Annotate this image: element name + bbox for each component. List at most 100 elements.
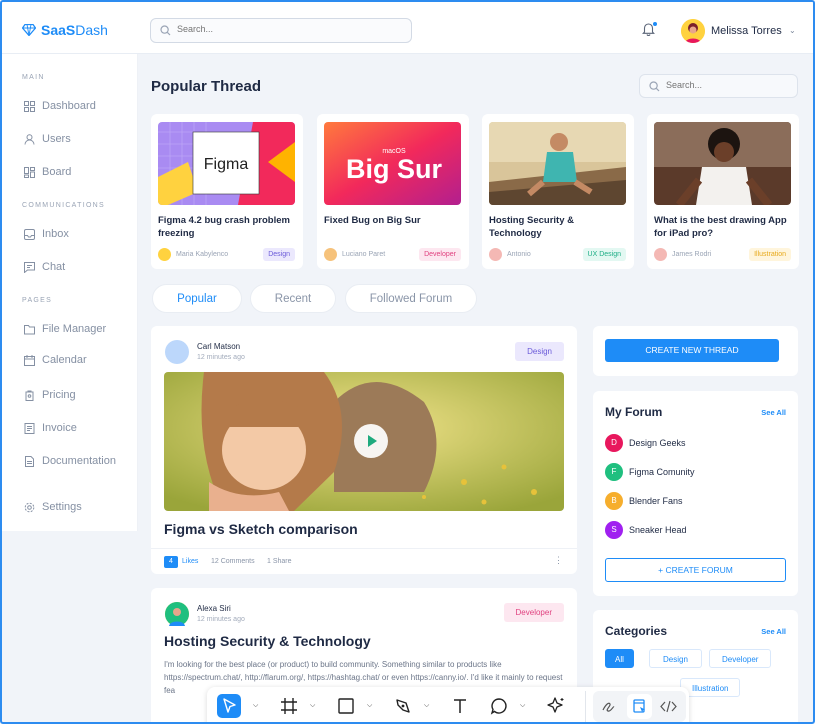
tag-badge: UX Design <box>582 248 626 261</box>
rectangle-icon <box>338 698 354 714</box>
tab-recent[interactable]: Recent <box>250 284 336 313</box>
create-thread-button[interactable]: CREATE NEW THREAD <box>605 339 779 362</box>
thread-search-input[interactable] <box>666 80 813 90</box>
brand-name-light: Dash <box>75 22 108 38</box>
thread-author: Maria Kabylenco <box>158 248 228 261</box>
chevron-down-icon[interactable]: ⌄ <box>789 26 796 35</box>
tag-badge: Developer <box>419 248 461 261</box>
avatar <box>165 340 189 364</box>
draw-mode[interactable] <box>597 695 620 718</box>
post-title[interactable]: Figma vs Sketch comparison <box>164 521 358 537</box>
likes-count[interactable]: 4 <box>164 556 178 568</box>
chevron-down-icon[interactable]: ⌵ <box>424 702 429 710</box>
username[interactable]: Melissa Torres <box>711 25 782 37</box>
sidebar-item-calendar[interactable]: Calendar <box>24 352 87 368</box>
move-tool[interactable] <box>217 694 241 718</box>
avatar <box>165 602 189 626</box>
my-forum-panel: My Forum See All D Design Geeks F Figma Co… <box>593 391 798 596</box>
forum-item[interactable]: S Sneaker Head <box>605 521 687 539</box>
thread-card[interactable]: Figma Figma 4.2 bug crash problem freezi… <box>151 114 303 269</box>
category-all[interactable]: All <box>605 649 634 668</box>
category-developer[interactable]: Developer <box>709 649 772 668</box>
forum-name: Design Geeks <box>629 438 686 448</box>
pen-tool[interactable] <box>391 694 415 718</box>
invoice-icon <box>24 422 35 434</box>
text-tool[interactable] <box>448 694 472 718</box>
price-tag-icon <box>25 390 34 401</box>
top-search-input[interactable] <box>177 24 377 34</box>
tab-followed-forum[interactable]: Followed Forum <box>345 284 477 313</box>
sidebar-item-invoice[interactable]: Invoice <box>24 420 77 436</box>
brand-logo[interactable]: SaaS Dash <box>22 22 108 38</box>
design-mode[interactable] <box>627 694 652 719</box>
thread-author: Antonio <box>489 248 531 261</box>
chat-icon <box>24 261 35 273</box>
forum-item[interactable]: D Design Geeks <box>605 434 686 452</box>
thread-card[interactable]: Hosting Security & Technology Antonio UX… <box>482 114 634 269</box>
ai-tool[interactable] <box>544 694 568 718</box>
sidebar-item-inbox[interactable]: Inbox <box>24 226 69 242</box>
thread-title: Fixed Bug on Big Sur <box>324 215 421 226</box>
chevron-down-icon[interactable]: ⌵ <box>520 702 525 710</box>
chevron-down-icon[interactable]: ⌵ <box>367 702 372 710</box>
top-search[interactable] <box>150 18 412 43</box>
create-forum-button[interactable]: + CREATE FORUM <box>605 558 786 582</box>
toolbar-divider <box>585 691 586 722</box>
dev-mode[interactable] <box>657 695 680 718</box>
chevron-down-icon[interactable]: ⌵ <box>253 702 258 710</box>
categories-see-all[interactable]: See All <box>761 627 786 636</box>
post-author: Alexa Siri <box>197 604 231 613</box>
author-name: Luciano Paret <box>342 251 386 258</box>
sidebar-item-documentation[interactable]: Documentation <box>24 453 116 469</box>
comments-count[interactable]: 12 Comments <box>211 558 255 565</box>
frame-tool[interactable] <box>277 694 301 718</box>
tag-badge: Developer <box>503 603 564 622</box>
tag-badge: Illustration <box>749 248 791 261</box>
post-author: Carl Matson <box>197 342 241 351</box>
author-avatar <box>324 248 337 261</box>
app-frame: SaaSDash Melissa Torres ⌄ MAIN Dashboard… <box>0 0 815 724</box>
chevron-down-icon[interactable]: ⌵ <box>310 702 315 710</box>
categories-title: Categories <box>605 624 668 638</box>
play-icon[interactable] <box>354 424 388 458</box>
code-icon <box>660 700 677 713</box>
post-card[interactable]: Carl Matson 12 minutes ago Design Figma … <box>151 326 577 574</box>
forum-name: Blender Fans <box>629 496 683 506</box>
thread-author: Luciano Paret <box>324 248 385 261</box>
inbox-icon <box>24 228 35 240</box>
likes-label[interactable]: Likes <box>182 558 198 565</box>
user-icon <box>24 133 35 145</box>
cursor-icon <box>223 698 236 713</box>
post-title[interactable]: Hosting Security & Technology <box>164 633 371 649</box>
shares-count[interactable]: 1 Share <box>267 558 292 565</box>
sidebar-item-label: Users <box>42 133 71 145</box>
sidebar-item-label: Chat <box>42 261 66 273</box>
comment-tool[interactable] <box>487 694 511 718</box>
forum-item[interactable]: F Figma Comunity <box>605 463 695 481</box>
post-video-thumbnail[interactable] <box>164 372 564 511</box>
more-icon[interactable]: ⋮ <box>554 555 563 566</box>
rectangle-tool[interactable] <box>334 694 358 718</box>
sidebar-item-label: Documentation <box>42 455 116 467</box>
thread-search[interactable] <box>639 74 813 98</box>
text-icon <box>454 699 466 713</box>
sidebar-item-board[interactable]: Board <box>24 164 71 180</box>
sidebar-item-label: Dashboard <box>42 100 96 112</box>
tab-popular[interactable]: Popular <box>152 284 242 313</box>
thread-card[interactable]: What is the best drawing App for iPad pr… <box>647 114 799 269</box>
sidebar-item-pricing[interactable]: Pricing <box>24 387 76 403</box>
author-name: James Rodri <box>672 251 712 258</box>
forum-item[interactable]: B Blender Fans <box>605 492 683 510</box>
thread-card[interactable]: macOS Big Sur Fixed Bug on Big Sur Lucia… <box>317 114 469 269</box>
sidebar-item-users[interactable]: Users <box>24 131 71 147</box>
category-design[interactable]: Design <box>649 649 702 668</box>
sidebar-item-settings[interactable]: Settings <box>24 499 82 515</box>
my-forum-see-all[interactable]: See All <box>761 408 786 417</box>
sidebar-item-file-manager[interactable]: File Manager <box>24 321 106 337</box>
forum-name: Sneaker Head <box>629 525 687 535</box>
sidebar-item-dashboard[interactable]: Dashboard <box>24 98 96 114</box>
avatar[interactable] <box>681 19 705 43</box>
author-avatar <box>158 248 171 261</box>
sidebar-item-chat[interactable]: Chat <box>24 259 65 275</box>
category-illustration[interactable]: Illustration <box>680 678 741 697</box>
